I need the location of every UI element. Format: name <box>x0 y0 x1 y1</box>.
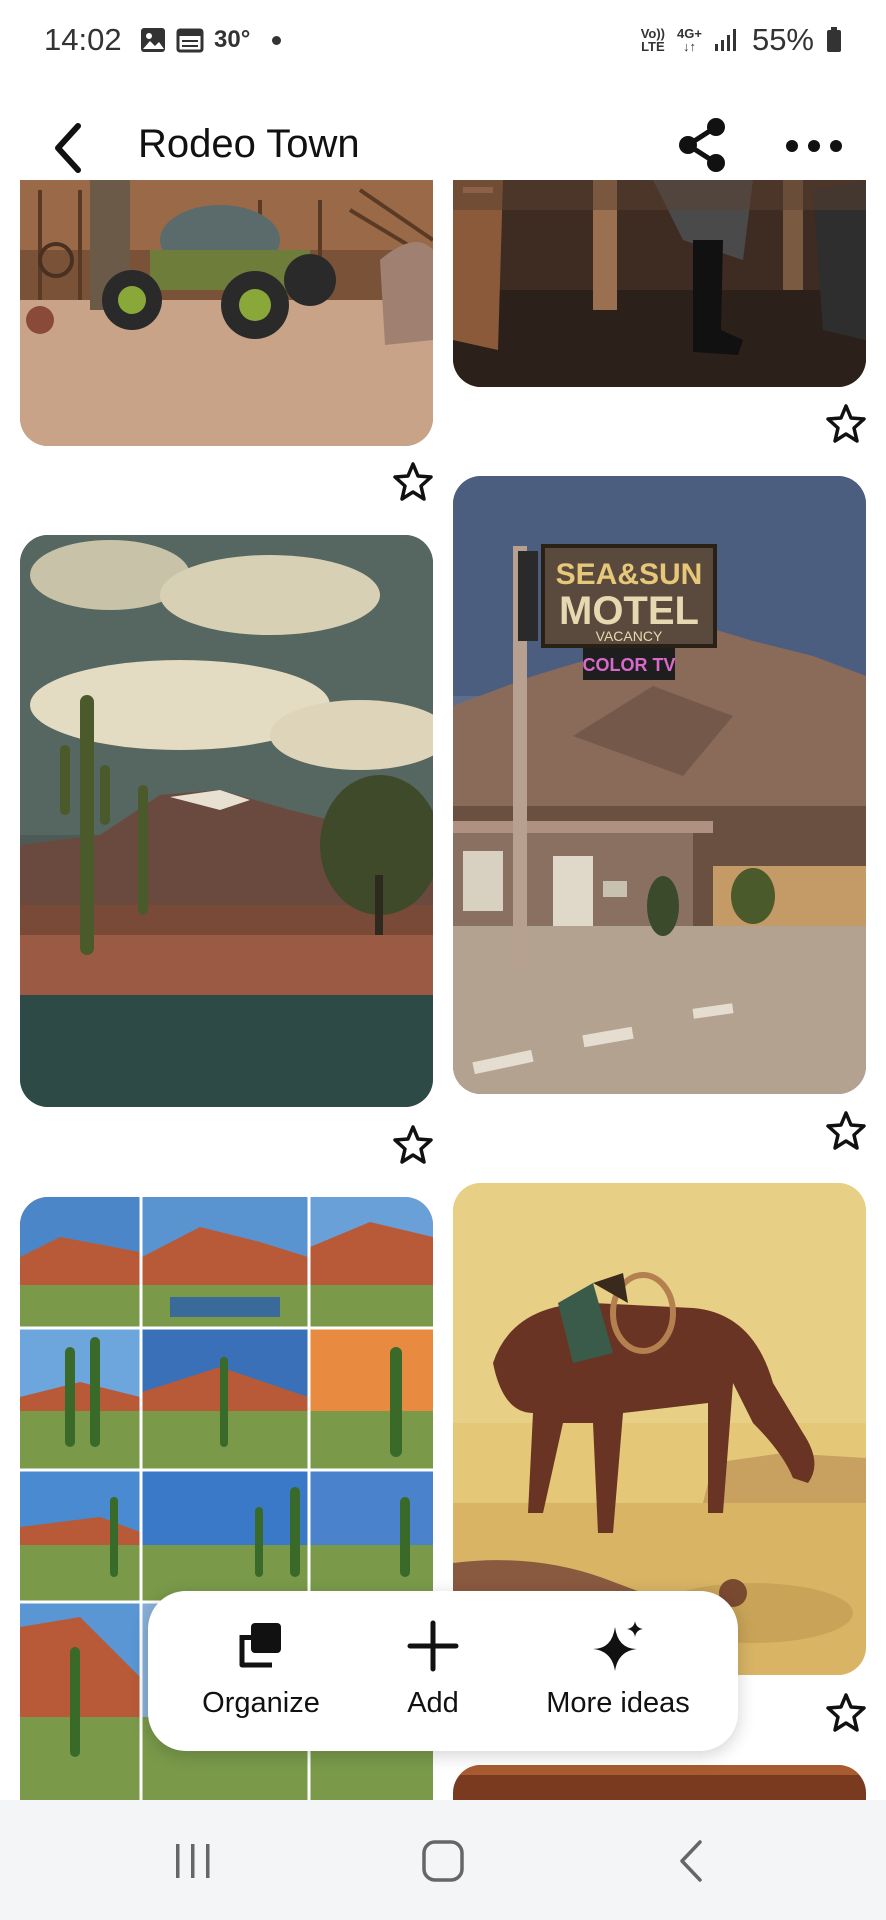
more-ideas-label: More ideas <box>546 1687 690 1719</box>
pin-cowboy-boots[interactable] <box>453 180 866 387</box>
desert-landscape-image <box>20 535 433 1107</box>
battery-percentage: 55% <box>751 22 814 57</box>
network-type-indicator: 4G+ ↓↑ <box>677 26 702 54</box>
signal-strength-icon <box>714 29 736 51</box>
motel-image: SEA&SUN MOTEL VACANCY COLOR TV <box>453 476 866 1094</box>
pin-partial-next[interactable] <box>453 1765 866 1800</box>
plus-icon <box>407 1620 459 1672</box>
board-title: Rodeo Town <box>138 122 360 166</box>
board-action-bar: Organize Add More ideas <box>148 1591 738 1751</box>
pin-sea-sun-motel[interactable]: SEA&SUN MOTEL VACANCY COLOR TV <box>453 476 866 1094</box>
tractor-image <box>20 180 433 446</box>
weather-temperature: 30° <box>214 26 251 53</box>
pin-desert-saguaro[interactable] <box>20 535 433 1107</box>
gallery-icon <box>141 28 165 52</box>
add-label: Add <box>407 1687 459 1719</box>
status-time: 14:02 <box>44 22 122 57</box>
battery-icon <box>827 27 841 52</box>
star-icon[interactable] <box>393 1124 433 1164</box>
star-icon[interactable] <box>826 1110 866 1150</box>
organize-label: Organize <box>202 1687 320 1719</box>
add-button[interactable]: Add <box>368 1591 498 1751</box>
system-navigation-bar <box>0 1800 886 1920</box>
share-icon[interactable] <box>676 116 730 174</box>
svg-text:MOTEL: MOTEL <box>559 589 699 633</box>
organize-icon <box>239 1623 281 1668</box>
arrow-left-icon[interactable] <box>46 118 90 178</box>
star-icon[interactable] <box>826 403 866 443</box>
boots-image <box>453 180 866 387</box>
svg-text:COLOR TV: COLOR TV <box>583 655 676 675</box>
organize-button[interactable]: Organize <box>176 1591 346 1751</box>
volte-indicator: Vo)) LTE <box>640 26 666 54</box>
partial-pin-image <box>453 1765 866 1800</box>
calendar-icon <box>176 28 204 53</box>
star-icon[interactable] <box>393 461 433 501</box>
more-ideas-button[interactable]: More ideas <box>528 1591 708 1751</box>
pin-old-tractor[interactable] <box>20 180 433 446</box>
back-nav-icon[interactable] <box>668 1838 714 1884</box>
status-bar: 14:02 30° Vo)) LTE 4G+ ↓↑ 55% <box>0 0 886 84</box>
star-icon[interactable] <box>826 1692 866 1732</box>
more-horizontal-icon[interactable] <box>784 136 844 156</box>
sparkle-icon <box>593 1621 643 1671</box>
home-icon[interactable] <box>420 1838 466 1884</box>
svg-text:VACANCY: VACANCY <box>596 628 663 644</box>
notification-dot-icon <box>272 35 282 45</box>
svg-text:SEA&SUN: SEA&SUN <box>556 558 703 591</box>
recent-apps-icon[interactable] <box>170 1838 216 1884</box>
